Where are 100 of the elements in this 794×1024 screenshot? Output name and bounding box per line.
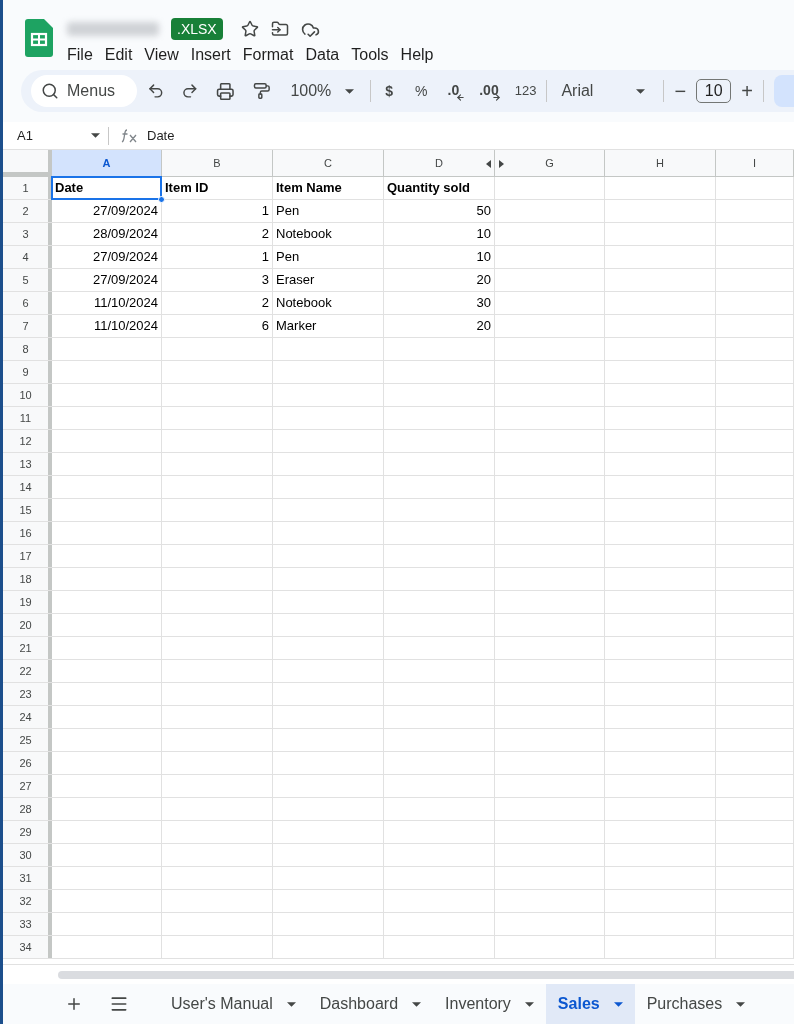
caret-icon <box>636 88 646 94</box>
row-number[interactable]: 33 <box>3 913 52 935</box>
column-header[interactable]: G <box>495 150 605 176</box>
table-cell: Date <box>52 177 161 199</box>
row-number[interactable]: 28 <box>3 798 52 820</box>
table-cell-text: 3 <box>260 271 270 290</box>
redo-icon[interactable] <box>180 82 199 100</box>
arrow-left-icon <box>456 93 466 102</box>
menu-item[interactable]: Help <box>394 43 440 67</box>
print-icon[interactable] <box>216 81 235 101</box>
caret-icon <box>286 1001 296 1007</box>
row-number[interactable]: 13 <box>3 453 52 475</box>
column-header[interactable]: I <box>716 150 794 176</box>
column-header[interactable]: H <box>605 150 716 176</box>
zoom-dropdown[interactable]: 100% <box>290 79 355 103</box>
row-number[interactable]: 11 <box>3 407 52 429</box>
row-number[interactable]: 20 <box>3 614 52 636</box>
row-number[interactable]: 32 <box>3 890 52 912</box>
row-number[interactable]: 10 <box>3 384 52 406</box>
table-cell-text: 11/10/2024 <box>92 294 159 313</box>
row-number[interactable]: 23 <box>3 683 52 705</box>
table-cell-text: Notebook <box>275 294 333 313</box>
name-box[interactable]: A1 <box>3 125 108 146</box>
caret-icon <box>345 88 355 94</box>
row-number[interactable]: 16 <box>3 522 52 544</box>
sheet-tab[interactable]: Purchases <box>634 984 758 1024</box>
row-number[interactable]: 24 <box>3 706 52 728</box>
table-cell-text: 20 <box>475 317 492 336</box>
row-number[interactable]: 1 <box>3 177 52 199</box>
row-number[interactable]: 3 <box>3 223 52 245</box>
row-number[interactable]: 22 <box>3 660 52 682</box>
row-number[interactable]: 26 <box>3 752 52 774</box>
table-cell-text: Item Name <box>275 179 343 198</box>
row-number[interactable]: 14 <box>3 476 52 498</box>
decrease-decimal-button[interactable]: .0 <box>447 79 460 103</box>
column-header[interactable]: A <box>52 150 162 176</box>
increase-font-size-button[interactable]: + <box>741 76 754 106</box>
row-number[interactable]: 2 <box>3 200 52 222</box>
row-number[interactable]: 31 <box>3 867 52 889</box>
column-header[interactable]: B <box>162 150 273 176</box>
font-size-field[interactable]: 10 <box>696 79 732 103</box>
row-number[interactable]: 34 <box>3 936 52 958</box>
row-number[interactable]: 19 <box>3 591 52 613</box>
sheet-tab[interactable]: Inventory <box>433 984 546 1024</box>
row-number[interactable]: 25 <box>3 729 52 751</box>
function-icon <box>121 128 139 143</box>
decrease-font-size-button[interactable]: − <box>674 76 687 106</box>
spreadsheet-logo-icon[interactable] <box>25 19 53 57</box>
table-cell-text: 27/09/2024 <box>91 271 159 290</box>
menu-item[interactable]: View <box>138 43 185 67</box>
menu-item[interactable]: Data <box>299 43 346 67</box>
row-number[interactable]: 18 <box>3 568 52 590</box>
menu-item[interactable]: Edit <box>98 43 139 67</box>
horizontal-scrollbar[interactable] <box>58 970 794 979</box>
sheet-tab[interactable]: Dashboard <box>307 984 434 1024</box>
row-number[interactable]: 12 <box>3 430 52 452</box>
row-number[interactable]: 4 <box>3 246 52 268</box>
increase-decimal-button[interactable]: .00 <box>479 79 499 103</box>
menu-item[interactable]: Tools <box>345 43 395 67</box>
row-number[interactable]: 15 <box>3 499 52 521</box>
table-cell-text: 11/10/2024 <box>92 317 159 336</box>
undo-icon[interactable] <box>147 82 165 100</box>
table-cell-text: 6 <box>260 317 270 336</box>
table-cell-text: 28/09/2024 <box>91 225 159 244</box>
row-number[interactable]: 27 <box>3 775 52 797</box>
caret-icon <box>524 1001 534 1007</box>
table-cell-text: 2 <box>260 225 270 244</box>
row-number[interactable]: 9 <box>3 361 52 383</box>
star-icon[interactable] <box>240 20 259 38</box>
table-cell-text: 1 <box>260 202 270 221</box>
table-cell-text: Marker <box>275 317 318 336</box>
row-number[interactable]: 7 <box>3 315 52 337</box>
menu-item[interactable]: Insert <box>184 43 237 67</box>
row-number[interactable]: 6 <box>3 292 52 314</box>
search-menus-field[interactable]: Menus <box>31 75 137 107</box>
menu-item[interactable]: Format <box>236 43 300 67</box>
number-format-button[interactable]: 123 <box>514 81 537 101</box>
table-cell-text: Eraser <box>275 271 316 290</box>
fill-handle[interactable] <box>158 196 165 203</box>
folder-icon[interactable] <box>270 20 289 38</box>
sheet-tab[interactable]: Sales <box>545 984 635 1024</box>
column-header[interactable]: C <box>273 150 384 176</box>
row-number[interactable]: 29 <box>3 821 52 843</box>
caret-icon <box>91 133 100 138</box>
table-cell-text: 27/09/2024 <box>91 248 159 267</box>
row-number[interactable]: 30 <box>3 844 52 866</box>
formula-field[interactable]: Date <box>147 125 175 146</box>
currency-button[interactable]: $ <box>385 80 394 102</box>
plus-icon <box>65 995 83 1013</box>
percent-button[interactable]: % <box>415 80 428 102</box>
font-dropdown[interactable]: Arial <box>561 79 646 103</box>
sheet-tab[interactable]: User's Manual <box>159 984 308 1024</box>
row-number[interactable]: 17 <box>3 545 52 567</box>
menu-icon <box>109 994 129 1014</box>
row-number[interactable]: 21 <box>3 637 52 659</box>
paint-format-icon[interactable] <box>252 82 271 100</box>
menu-item[interactable]: File <box>61 43 99 67</box>
table-cell-text: Item ID <box>164 179 210 198</box>
row-number[interactable]: 8 <box>3 338 52 360</box>
row-number[interactable]: 5 <box>3 269 52 291</box>
